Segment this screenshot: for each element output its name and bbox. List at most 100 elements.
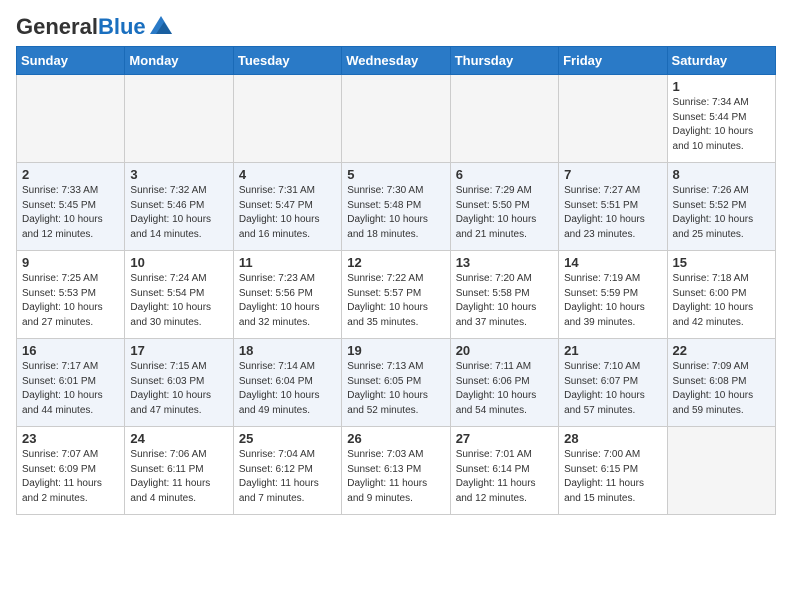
calendar-day-7: 7 Sunrise: 7:27 AM Sunset: 5:51 PM Daylig… <box>559 163 667 251</box>
day-info: Sunrise: 7:22 AM Sunset: 5:57 PM Dayligh… <box>347 272 444 330</box>
day-number: 20 <box>456 343 553 358</box>
day-info: Sunrise: 7:33 AM Sunset: 5:45 PM Dayligh… <box>22 184 119 242</box>
calendar-day-empty <box>559 75 667 163</box>
calendar-day-4: 4 Sunrise: 7:31 AM Sunset: 5:47 PM Daylig… <box>233 163 341 251</box>
day-info: Sunrise: 7:19 AM Sunset: 5:59 PM Dayligh… <box>564 272 661 330</box>
day-info: Sunrise: 7:26 AM Sunset: 5:52 PM Dayligh… <box>673 184 770 242</box>
day-number: 2 <box>22 167 119 182</box>
col-header-friday: Friday <box>559 47 667 75</box>
calendar-day-27: 27 Sunrise: 7:01 AM Sunset: 6:14 PM Dayli… <box>450 427 558 515</box>
page-header: GeneralBlue <box>16 16 776 38</box>
day-info: Sunrise: 7:04 AM Sunset: 6:12 PM Dayligh… <box>239 448 336 506</box>
calendar-day-6: 6 Sunrise: 7:29 AM Sunset: 5:50 PM Daylig… <box>450 163 558 251</box>
day-info: Sunrise: 7:20 AM Sunset: 5:58 PM Dayligh… <box>456 272 553 330</box>
day-number: 18 <box>239 343 336 358</box>
calendar-day-21: 21 Sunrise: 7:10 AM Sunset: 6:07 PM Dayli… <box>559 339 667 427</box>
day-info: Sunrise: 7:29 AM Sunset: 5:50 PM Dayligh… <box>456 184 553 242</box>
day-number: 5 <box>347 167 444 182</box>
calendar: SundayMondayTuesdayWednesdayThursdayFrid… <box>16 46 776 515</box>
day-info: Sunrise: 7:11 AM Sunset: 6:06 PM Dayligh… <box>456 360 553 418</box>
day-number: 23 <box>22 431 119 446</box>
calendar-day-2: 2 Sunrise: 7:33 AM Sunset: 5:45 PM Daylig… <box>17 163 125 251</box>
day-info: Sunrise: 7:34 AM Sunset: 5:44 PM Dayligh… <box>673 96 770 154</box>
calendar-header-row: SundayMondayTuesdayWednesdayThursdayFrid… <box>17 47 776 75</box>
day-number: 25 <box>239 431 336 446</box>
day-info: Sunrise: 7:25 AM Sunset: 5:53 PM Dayligh… <box>22 272 119 330</box>
day-info: Sunrise: 7:15 AM Sunset: 6:03 PM Dayligh… <box>130 360 227 418</box>
calendar-day-15: 15Sunrise: 7:18 AM Sunset: 6:00 PM Dayli… <box>667 251 775 339</box>
day-number: 19 <box>347 343 444 358</box>
day-number: 4 <box>239 167 336 182</box>
calendar-day-24: 24Sunrise: 7:06 AM Sunset: 6:11 PM Dayli… <box>125 427 233 515</box>
calendar-day-12: 12 Sunrise: 7:22 AM Sunset: 5:57 PM Dayli… <box>342 251 450 339</box>
day-number: 8 <box>673 167 770 182</box>
calendar-day-8: 8 Sunrise: 7:26 AM Sunset: 5:52 PM Daylig… <box>667 163 775 251</box>
day-info: Sunrise: 7:23 AM Sunset: 5:56 PM Dayligh… <box>239 272 336 330</box>
day-number: 10 <box>130 255 227 270</box>
day-info: Sunrise: 7:09 AM Sunset: 6:08 PM Dayligh… <box>673 360 770 418</box>
col-header-monday: Monday <box>125 47 233 75</box>
calendar-week-3: 9Sunrise: 7:25 AM Sunset: 5:53 PM Daylig… <box>17 251 776 339</box>
calendar-day-9: 9Sunrise: 7:25 AM Sunset: 5:53 PM Daylig… <box>17 251 125 339</box>
calendar-week-5: 23Sunrise: 7:07 AM Sunset: 6:09 PM Dayli… <box>17 427 776 515</box>
logo-icon <box>150 16 172 34</box>
calendar-day-17: 17 Sunrise: 7:15 AM Sunset: 6:03 PM Dayli… <box>125 339 233 427</box>
day-number: 11 <box>239 255 336 270</box>
calendar-day-5: 5 Sunrise: 7:30 AM Sunset: 5:48 PM Daylig… <box>342 163 450 251</box>
day-number: 12 <box>347 255 444 270</box>
day-number: 3 <box>130 167 227 182</box>
day-info: Sunrise: 7:01 AM Sunset: 6:14 PM Dayligh… <box>456 448 553 506</box>
day-number: 28 <box>564 431 661 446</box>
calendar-day-empty <box>233 75 341 163</box>
day-info: Sunrise: 7:00 AM Sunset: 6:15 PM Dayligh… <box>564 448 661 506</box>
logo-blue: Blue <box>98 14 146 39</box>
day-info: Sunrise: 7:03 AM Sunset: 6:13 PM Dayligh… <box>347 448 444 506</box>
col-header-thursday: Thursday <box>450 47 558 75</box>
day-info: Sunrise: 7:18 AM Sunset: 6:00 PM Dayligh… <box>673 272 770 330</box>
col-header-sunday: Sunday <box>17 47 125 75</box>
day-info: Sunrise: 7:27 AM Sunset: 5:51 PM Dayligh… <box>564 184 661 242</box>
calendar-day-1: 1 Sunrise: 7:34 AM Sunset: 5:44 PM Daylig… <box>667 75 775 163</box>
col-header-saturday: Saturday <box>667 47 775 75</box>
day-number: 6 <box>456 167 553 182</box>
day-number: 16 <box>22 343 119 358</box>
calendar-day-empty <box>667 427 775 515</box>
col-header-wednesday: Wednesday <box>342 47 450 75</box>
calendar-day-empty <box>17 75 125 163</box>
day-number: 7 <box>564 167 661 182</box>
calendar-day-13: 13 Sunrise: 7:20 AM Sunset: 5:58 PM Dayli… <box>450 251 558 339</box>
day-info: Sunrise: 7:14 AM Sunset: 6:04 PM Dayligh… <box>239 360 336 418</box>
calendar-day-10: 10 Sunrise: 7:24 AM Sunset: 5:54 PM Dayli… <box>125 251 233 339</box>
day-number: 27 <box>456 431 553 446</box>
calendar-day-18: 18 Sunrise: 7:14 AM Sunset: 6:04 PM Dayli… <box>233 339 341 427</box>
calendar-day-empty <box>125 75 233 163</box>
calendar-day-22: 22 Sunrise: 7:09 AM Sunset: 6:08 PM Dayli… <box>667 339 775 427</box>
calendar-day-23: 23Sunrise: 7:07 AM Sunset: 6:09 PM Dayli… <box>17 427 125 515</box>
calendar-day-25: 25 Sunrise: 7:04 AM Sunset: 6:12 PM Dayli… <box>233 427 341 515</box>
calendar-day-empty <box>450 75 558 163</box>
day-info: Sunrise: 7:10 AM Sunset: 6:07 PM Dayligh… <box>564 360 661 418</box>
day-number: 26 <box>347 431 444 446</box>
calendar-day-empty <box>342 75 450 163</box>
day-info: Sunrise: 7:31 AM Sunset: 5:47 PM Dayligh… <box>239 184 336 242</box>
day-number: 21 <box>564 343 661 358</box>
calendar-day-19: 19 Sunrise: 7:13 AM Sunset: 6:05 PM Dayli… <box>342 339 450 427</box>
day-info: Sunrise: 7:30 AM Sunset: 5:48 PM Dayligh… <box>347 184 444 242</box>
day-number: 1 <box>673 79 770 94</box>
calendar-week-2: 2 Sunrise: 7:33 AM Sunset: 5:45 PM Daylig… <box>17 163 776 251</box>
col-header-tuesday: Tuesday <box>233 47 341 75</box>
calendar-day-14: 14Sunrise: 7:19 AM Sunset: 5:59 PM Dayli… <box>559 251 667 339</box>
day-number: 17 <box>130 343 227 358</box>
day-number: 13 <box>456 255 553 270</box>
logo: GeneralBlue <box>16 16 172 38</box>
calendar-week-4: 16 Sunrise: 7:17 AM Sunset: 6:01 PM Dayli… <box>17 339 776 427</box>
day-number: 22 <box>673 343 770 358</box>
calendar-day-28: 28 Sunrise: 7:00 AM Sunset: 6:15 PM Dayli… <box>559 427 667 515</box>
day-info: Sunrise: 7:06 AM Sunset: 6:11 PM Dayligh… <box>130 448 227 506</box>
day-info: Sunrise: 7:17 AM Sunset: 6:01 PM Dayligh… <box>22 360 119 418</box>
calendar-day-3: 3 Sunrise: 7:32 AM Sunset: 5:46 PM Daylig… <box>125 163 233 251</box>
day-info: Sunrise: 7:13 AM Sunset: 6:05 PM Dayligh… <box>347 360 444 418</box>
day-info: Sunrise: 7:32 AM Sunset: 5:46 PM Dayligh… <box>130 184 227 242</box>
calendar-day-20: 20 Sunrise: 7:11 AM Sunset: 6:06 PM Dayli… <box>450 339 558 427</box>
day-info: Sunrise: 7:24 AM Sunset: 5:54 PM Dayligh… <box>130 272 227 330</box>
